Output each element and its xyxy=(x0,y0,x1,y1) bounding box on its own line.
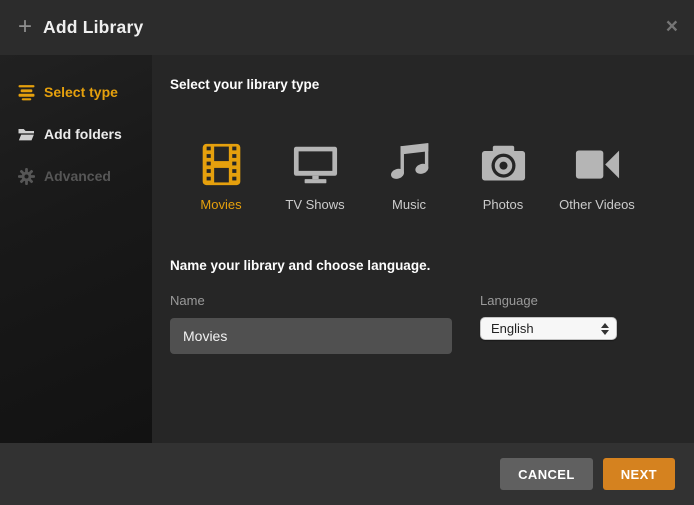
type-option-other-videos[interactable]: Other Videos xyxy=(550,141,644,212)
name-field-group: Name xyxy=(170,293,452,354)
language-field-group: Language English xyxy=(480,293,617,354)
sidebar-item-label: Add folders xyxy=(44,126,122,142)
wizard-steps-sidebar: Select type Add folders xyxy=(0,55,152,443)
type-label: Other Videos xyxy=(550,197,644,212)
next-button[interactable]: NEXT xyxy=(603,458,675,490)
language-select[interactable]: English xyxy=(480,317,617,340)
tv-icon xyxy=(268,141,362,187)
film-icon xyxy=(174,141,268,187)
video-camera-icon xyxy=(550,141,644,187)
type-option-movies[interactable]: Movies xyxy=(174,141,268,212)
language-selected-value: English xyxy=(491,321,601,336)
library-name-input[interactable] xyxy=(170,318,452,354)
dialog-title: Add Library xyxy=(43,17,143,38)
list-icon xyxy=(18,84,35,101)
sidebar-item-advanced[interactable]: Advanced xyxy=(0,155,152,197)
music-note-icon xyxy=(362,141,456,187)
camera-icon xyxy=(456,141,550,187)
type-option-photos[interactable]: Photos xyxy=(456,141,550,212)
close-icon[interactable]: × xyxy=(666,16,678,37)
select-stepper-icon xyxy=(601,323,609,335)
type-option-music[interactable]: Music xyxy=(362,141,456,212)
type-section-heading: Select your library type xyxy=(170,77,694,92)
gear-icon xyxy=(18,168,35,185)
type-option-tv-shows[interactable]: TV Shows xyxy=(268,141,362,212)
dialog-content: Select your library type xyxy=(152,55,694,443)
type-label: Movies xyxy=(174,197,268,212)
dialog-footer: CANCEL NEXT xyxy=(0,443,694,505)
name-section-heading: Name your library and choose language. xyxy=(170,258,694,273)
name-field-label: Name xyxy=(170,293,452,308)
library-type-row: Movies TV Shows xyxy=(174,141,694,212)
add-library-dialog: + Add Library × Select type xyxy=(0,0,694,505)
type-label: Photos xyxy=(456,197,550,212)
type-label: TV Shows xyxy=(268,197,362,212)
sidebar-item-label: Select type xyxy=(44,84,118,100)
sidebar-item-select-type[interactable]: Select type xyxy=(0,71,152,113)
folder-icon xyxy=(18,126,35,143)
sidebar-item-label: Advanced xyxy=(44,168,111,184)
type-label: Music xyxy=(362,197,456,212)
dialog-body: Select type Add folders xyxy=(0,55,694,443)
dialog-header: + Add Library × xyxy=(0,0,694,55)
language-field-label: Language xyxy=(480,293,617,308)
name-language-form: Name Language English xyxy=(170,293,694,354)
cancel-button[interactable]: CANCEL xyxy=(500,458,593,490)
sidebar-item-add-folders[interactable]: Add folders xyxy=(0,113,152,155)
plus-icon: + xyxy=(18,15,32,39)
